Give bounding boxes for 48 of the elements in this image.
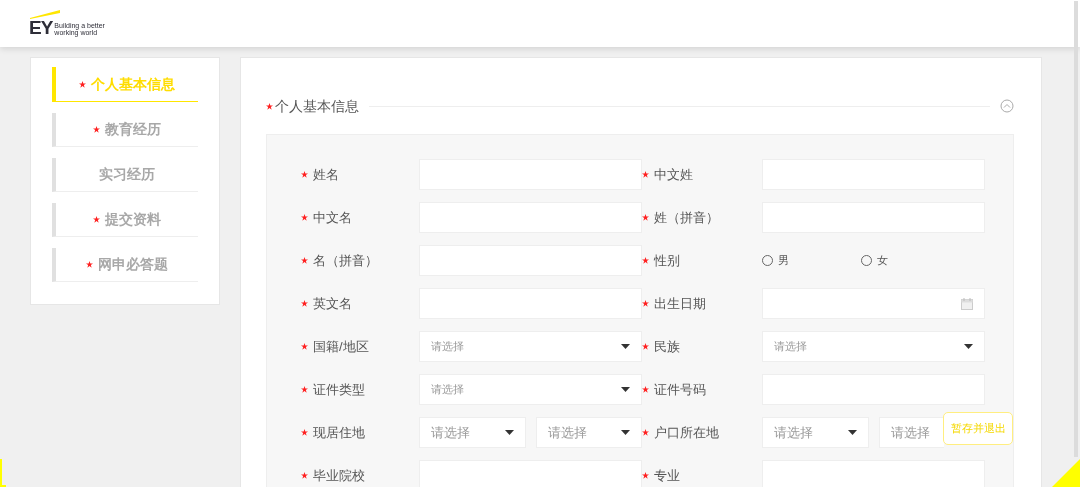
field-label: 民族 (654, 337, 680, 356)
date-field[interactable] (762, 288, 985, 319)
input-field[interactable] (419, 460, 642, 487)
dropdown[interactable]: 请选择 (535, 417, 642, 448)
dropdown[interactable]: 请选择 (419, 374, 642, 405)
input-field[interactable] (419, 202, 642, 233)
input-field[interactable] (419, 245, 642, 276)
field-label: 证件号码 (654, 380, 706, 399)
field-label: 出生日期 (654, 294, 706, 313)
calendar-icon (961, 297, 973, 310)
field-label: 姓名 (313, 165, 339, 184)
field-label: 性别 (654, 251, 680, 270)
caret-icon (621, 430, 630, 435)
field-label: 毕业院校 (313, 466, 365, 485)
field-label: 专业 (654, 466, 680, 485)
dropdown[interactable]: 请选择 (879, 417, 944, 448)
section-title: 个人基本信息 (275, 96, 359, 116)
slash-icon (30, 10, 60, 19)
caret-icon (621, 387, 630, 392)
field-label: 姓（拼音） (654, 208, 719, 227)
sidebar-tab[interactable]: 实习经历 (52, 158, 198, 192)
caret-icon (621, 344, 630, 349)
collapse-icon[interactable] (1000, 99, 1014, 113)
caret-icon (504, 430, 514, 435)
corner-decoration (1052, 459, 1080, 487)
sidebar-tab[interactable]: 教育经历 (52, 113, 198, 147)
input-field[interactable] (419, 288, 642, 319)
dropdown[interactable]: 请选择 (419, 331, 642, 362)
dropdown[interactable]: 请选择 (762, 417, 869, 448)
caret-icon (964, 344, 973, 349)
field-label: 国籍/地区 (313, 337, 369, 356)
radio-option[interactable]: 男 (762, 252, 789, 269)
field-label: 名（拼音） (313, 251, 378, 270)
field-label: 户口所在地 (654, 423, 719, 442)
logo-mark: EY (29, 18, 53, 37)
sidebar-tab[interactable]: 提交资料 (52, 203, 198, 237)
sidebar-tab[interactable]: 网申必答题 (52, 248, 198, 282)
radio-option[interactable]: 女 (861, 252, 888, 269)
dropdown[interactable]: 请选择 (762, 331, 985, 362)
field-label: 现居住地 (313, 423, 365, 442)
caret-icon (848, 430, 857, 435)
field-label: 证件类型 (313, 380, 365, 399)
field-label: 英文名 (313, 294, 352, 313)
corner-decoration (0, 459, 6, 487)
input-field[interactable] (419, 159, 642, 190)
field-label: 中文名 (313, 208, 352, 227)
dropdown[interactable]: 请选择 (419, 417, 526, 448)
field-label: 中文姓 (654, 165, 693, 184)
